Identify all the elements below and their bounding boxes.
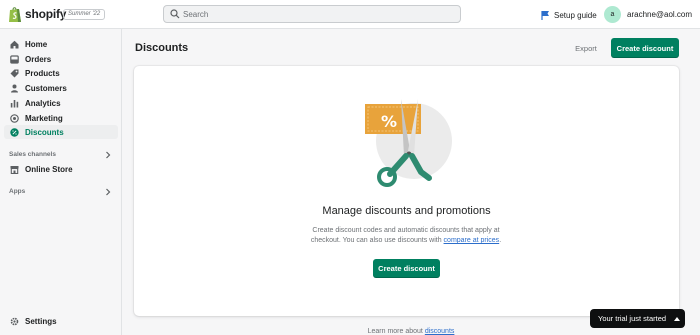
chevron-right-icon[interactable]	[105, 188, 111, 196]
target-icon	[10, 113, 19, 123]
trial-label: Your trial just started	[598, 314, 667, 323]
svg-text:%: %	[381, 112, 397, 131]
sidebar-item-marketing[interactable]: Marketing	[4, 111, 118, 125]
search-icon	[170, 9, 180, 19]
caret-up-icon	[674, 316, 681, 321]
sidebar-item-label: Home	[25, 39, 48, 49]
discount-scissors-illustration: %	[365, 99, 452, 187]
sidebar-item-settings[interactable]: Settings	[4, 314, 118, 328]
person-icon	[11, 84, 18, 92]
flag-icon	[541, 11, 549, 20]
sidebar-item-discounts[interactable]: Discounts	[4, 125, 118, 139]
sidebar-item-customers[interactable]: Customers	[4, 81, 118, 95]
setup-guide-button[interactable]: Setup guide	[541, 9, 597, 21]
setup-guide-label: Setup guide	[554, 10, 597, 20]
discounts-help-link[interactable]: discounts	[425, 328, 455, 335]
sidebar-item-label: Settings	[25, 316, 57, 326]
description-period: .	[499, 237, 502, 244]
store-icon	[10, 165, 19, 174]
sidebar-item-home[interactable]: Home	[4, 37, 118, 51]
sidebar-item-label: Analytics	[25, 98, 61, 108]
sidebar-item-online-store[interactable]: Online Store	[4, 162, 118, 176]
sidebar-item-analytics[interactable]: Analytics	[4, 96, 118, 110]
sales-channels-heading: Sales channels	[9, 151, 56, 158]
learn-more-text: Learn more about	[367, 328, 425, 335]
apps-heading: Apps	[9, 188, 26, 195]
empty-state-create-button[interactable]: Create discount	[373, 259, 440, 278]
sidebar-item-orders[interactable]: Orders	[4, 52, 118, 66]
sidebar-item-label: Discounts	[25, 127, 64, 137]
learn-more: Learn more about discounts	[0, 328, 700, 335]
empty-state-title: Manage discounts and promotions	[322, 205, 491, 217]
create-discount-button[interactable]: Create discount	[611, 38, 679, 58]
empty-state-description: Create discount codes and automatic disc…	[306, 226, 506, 246]
sidebar-item-label: Online Store	[25, 164, 73, 174]
gear-icon	[10, 317, 19, 325]
brand-name[interactable]: shopify	[25, 7, 66, 21]
account-email: arachne@aol.com	[627, 10, 693, 19]
discount-icon	[10, 127, 19, 137]
sidebar-item-label: Customers	[25, 83, 67, 93]
home-icon	[10, 40, 19, 48]
empty-state-card: % Manage discounts and promotions Create…	[134, 66, 679, 316]
chevron-right-icon[interactable]	[105, 151, 111, 159]
bar-chart-icon	[10, 99, 19, 107]
sidebar-item-label: Orders	[25, 54, 52, 64]
account-menu[interactable]: a arachne@aol.com	[604, 5, 692, 24]
edition-badge: Summer '22	[63, 9, 106, 20]
page-title: Discounts	[135, 42, 189, 54]
trial-banner[interactable]: Your trial just started	[590, 309, 685, 328]
orders-icon	[10, 54, 19, 64]
sidebar: Home Orders Products Customers Analytics…	[0, 29, 122, 335]
sidebar-item-label: Marketing	[25, 113, 63, 123]
sidebar-item-products[interactable]: Products	[4, 66, 118, 80]
tag-icon	[10, 69, 19, 77]
shopify-bag-icon[interactable]	[7, 6, 23, 23]
compare-at-prices-link[interactable]: compare at prices	[444, 237, 500, 244]
search-input[interactable]	[183, 6, 453, 22]
avatar: a	[604, 6, 621, 23]
search-bar[interactable]	[163, 5, 461, 23]
export-button[interactable]: Export	[568, 40, 604, 56]
sidebar-item-label: Products	[25, 68, 60, 78]
top-bar: shopify Summer '22 Setup guide a arachne…	[0, 0, 700, 29]
